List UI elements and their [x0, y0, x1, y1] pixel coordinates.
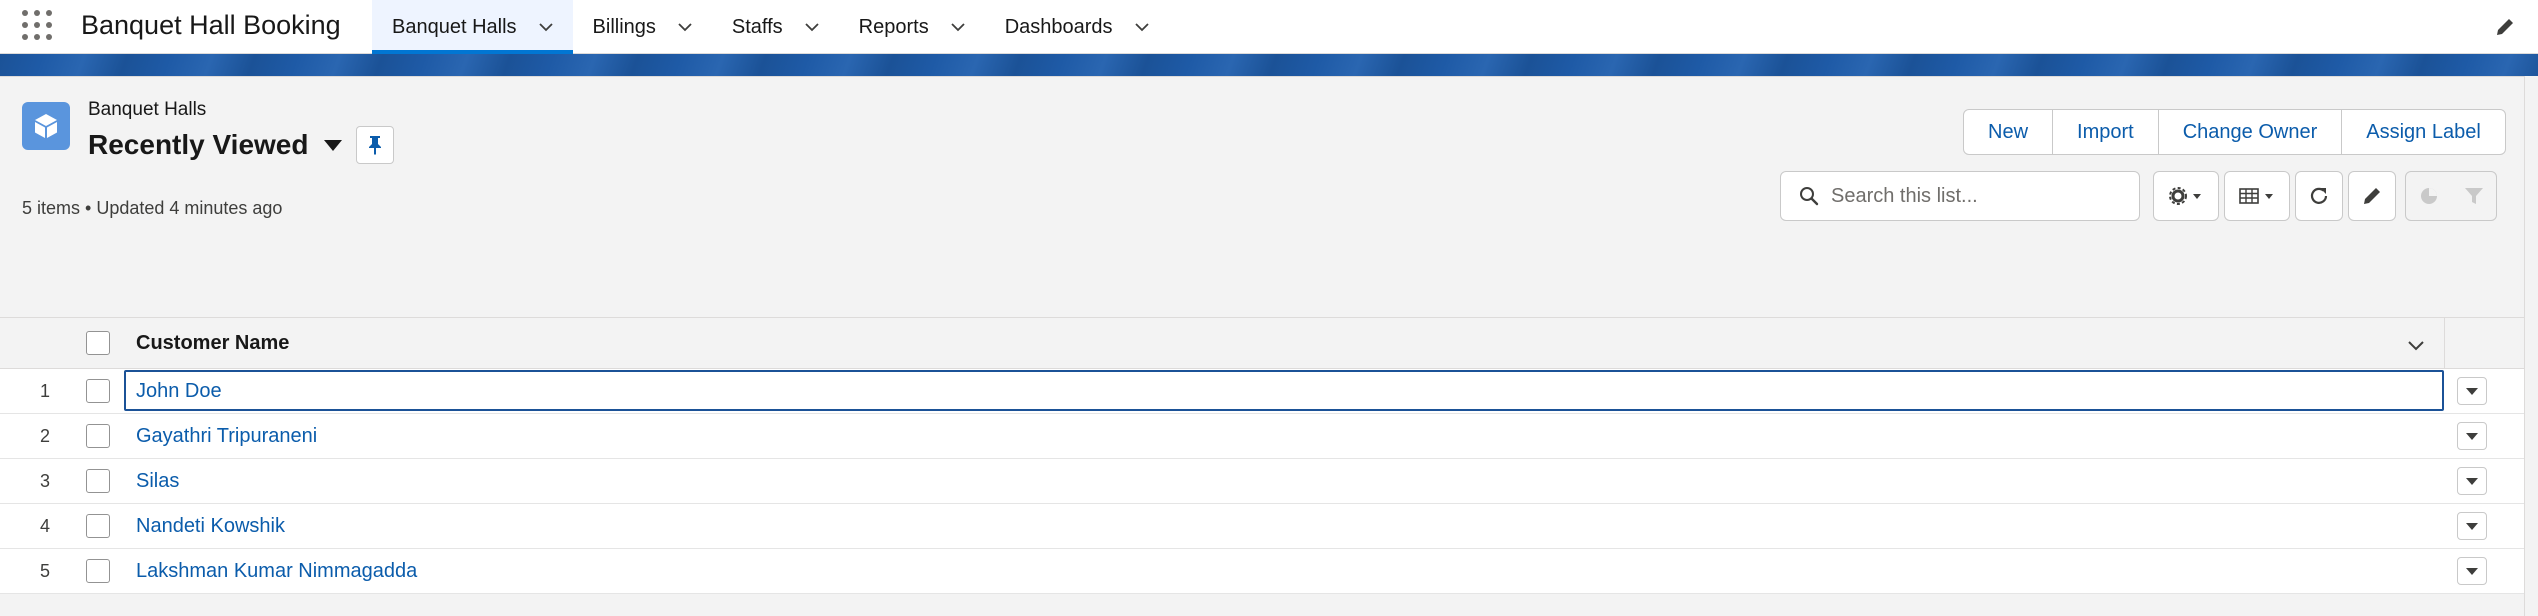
- list-view-card: Banquet Halls Recently Viewed 5 items • …: [0, 76, 2524, 616]
- chart-filter-group: [2405, 171, 2497, 221]
- row-checkbox[interactable]: [86, 514, 110, 538]
- row-number: 1: [39, 381, 50, 401]
- caret-down-icon[interactable]: [324, 139, 343, 151]
- banquet-hall-object-icon: [22, 102, 70, 150]
- list-view-picker[interactable]: Recently Viewed: [88, 129, 343, 161]
- row-actions-button[interactable]: [2457, 377, 2487, 405]
- caret-down-icon: [2466, 432, 2478, 440]
- table-row: 5 Lakshman Kumar Nimmagadda: [0, 549, 2524, 594]
- table-header: Customer Name: [0, 317, 2524, 369]
- tab-label: Reports: [858, 15, 929, 38]
- caret-down-icon: [2466, 387, 2478, 395]
- tab-label: Banquet Halls: [392, 15, 517, 38]
- row-number: 2: [39, 426, 50, 446]
- tab-billings[interactable]: Billings: [573, 0, 712, 54]
- caret-down-icon: [2466, 522, 2478, 530]
- pin-icon: [369, 136, 381, 155]
- caret-down-icon: [2466, 477, 2478, 485]
- select-all-checkbox[interactable]: [86, 331, 110, 355]
- chevron-down-icon[interactable]: [678, 20, 692, 34]
- customer-name-link[interactable]: Lakshman Kumar Nimmagadda: [136, 560, 417, 583]
- list-settings-button[interactable]: [2153, 171, 2219, 221]
- cell-focus-outline: [124, 370, 2444, 411]
- tab-banquet-halls[interactable]: Banquet Halls: [372, 0, 573, 54]
- tab-reports[interactable]: Reports: [839, 0, 985, 54]
- new-button[interactable]: New: [1964, 110, 2052, 154]
- chart-icon[interactable]: [2418, 185, 2440, 207]
- header-banner: [0, 54, 2538, 76]
- table-row: 1 John Doe: [0, 369, 2524, 414]
- row-checkbox[interactable]: [86, 559, 110, 583]
- edit-nav-pencil-icon[interactable]: [2494, 16, 2516, 38]
- row-actions-button[interactable]: [2457, 467, 2487, 495]
- customer-name-link[interactable]: John Doe: [136, 380, 222, 403]
- refresh-icon: [2310, 187, 2328, 204]
- tab-label: Dashboards: [1004, 15, 1113, 38]
- search-icon: [1800, 187, 1819, 206]
- pencil-icon: [2364, 188, 2380, 204]
- pin-list-view-button[interactable]: [356, 126, 394, 164]
- row-checkbox[interactable]: [86, 469, 110, 493]
- object-breadcrumb: Banquet Halls: [88, 99, 207, 120]
- list-search: [1780, 171, 2140, 221]
- scrollbar-track[interactable]: [2524, 76, 2538, 616]
- records-table: Customer Name 1 John Doe 2 Gayathri Trip…: [0, 317, 2524, 594]
- tab-staffs[interactable]: Staffs: [712, 0, 839, 54]
- list-view-name: Recently Viewed: [88, 129, 309, 160]
- gear-icon: [2169, 187, 2201, 205]
- row-actions-button[interactable]: [2457, 557, 2487, 585]
- list-meta-status: 5 items • Updated 4 minutes ago: [22, 198, 283, 218]
- tab-dashboards[interactable]: Dashboards: [985, 0, 1169, 54]
- import-button[interactable]: Import: [2052, 110, 2158, 154]
- row-number: 3: [39, 471, 50, 491]
- chevron-down-icon[interactable]: [2405, 334, 2427, 356]
- row-number: 5: [39, 561, 50, 581]
- column-header-customer-name[interactable]: Customer Name: [136, 332, 289, 355]
- column-divider: [2444, 318, 2445, 369]
- list-actions: New Import Change Owner Assign Label: [1963, 109, 2506, 155]
- table-row: 4 Nandeti Kowshik: [0, 504, 2524, 549]
- nav-tabs: Banquet Halls Billings Staffs Reports Da…: [372, 0, 1169, 54]
- tab-label: Staffs: [731, 15, 783, 38]
- row-actions-button[interactable]: [2457, 422, 2487, 450]
- chevron-down-icon[interactable]: [538, 20, 553, 34]
- display-as-table-button[interactable]: [2224, 171, 2290, 221]
- table-row: 3 Silas: [0, 459, 2524, 504]
- table-row: 2 Gayathri Tripuraneni: [0, 414, 2524, 459]
- row-number: 4: [39, 516, 50, 536]
- filter-icon[interactable]: [2463, 185, 2485, 207]
- chevron-down-icon[interactable]: [1134, 20, 1149, 34]
- table-icon: [2239, 188, 2273, 204]
- caret-down-icon: [2466, 567, 2478, 575]
- chevron-down-icon[interactable]: [805, 20, 819, 34]
- row-checkbox[interactable]: [86, 379, 110, 403]
- search-input[interactable]: [1831, 184, 2121, 208]
- row-checkbox[interactable]: [86, 424, 110, 448]
- row-actions-button[interactable]: [2457, 512, 2487, 540]
- customer-name-link[interactable]: Nandeti Kowshik: [136, 515, 285, 538]
- chevron-down-icon[interactable]: [951, 20, 965, 34]
- refresh-button[interactable]: [2295, 171, 2343, 221]
- assign-label-button[interactable]: Assign Label: [2341, 110, 2505, 154]
- tab-label: Billings: [592, 15, 656, 38]
- global-nav: Banquet Hall Booking Banquet Halls Billi…: [0, 0, 2538, 54]
- change-owner-button[interactable]: Change Owner: [2157, 110, 2342, 154]
- customer-name-link[interactable]: Silas: [136, 470, 179, 493]
- customer-name-link[interactable]: Gayathri Tripuraneni: [136, 425, 317, 448]
- app-launcher-icon[interactable]: [22, 10, 56, 44]
- app-name: Banquet Hall Booking: [81, 10, 341, 40]
- inline-edit-button[interactable]: [2348, 171, 2396, 221]
